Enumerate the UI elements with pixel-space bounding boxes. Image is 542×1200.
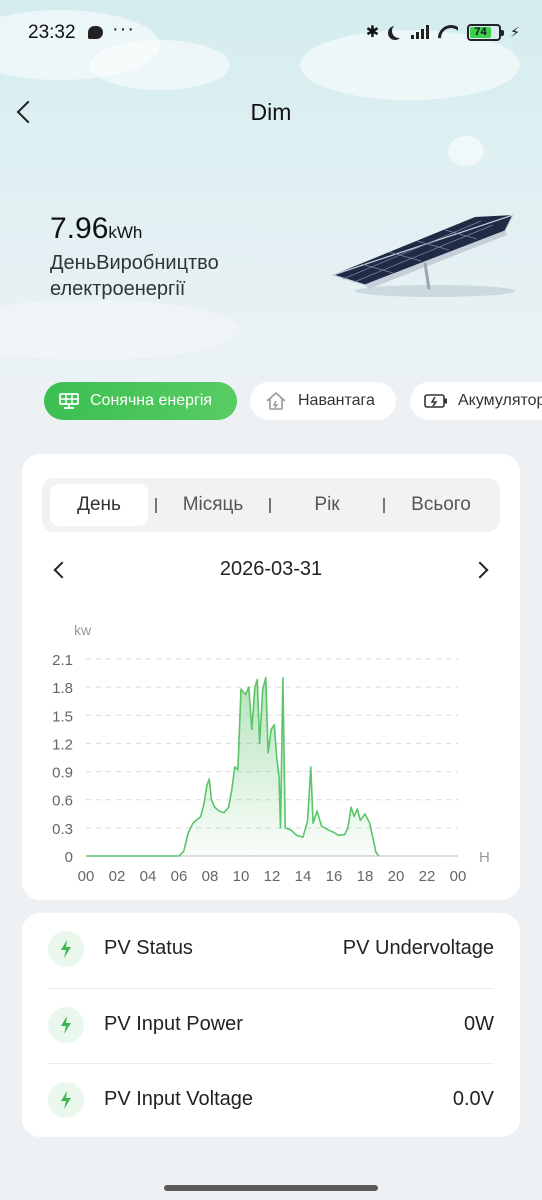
x-tick-label: 08 [202,868,219,885]
info-row-pv-input-power: PV Input Power 0W [48,988,494,1063]
y-tick-label: 0.6 [52,793,73,810]
lightning-icon [48,931,84,967]
x-tick-label: 10 [233,868,250,885]
y-tick-label: 0.9 [52,765,73,782]
cloud-decoration [448,136,484,166]
chart-card: День Місяць Рік Всього 2026-03-31 2.1 1.8… [22,454,520,900]
house-icon [266,392,286,410]
battery-icon [424,394,447,408]
battery-icon: 74 [467,23,505,41]
info-value: PV Undervoltage [342,937,494,959]
series-area [86,677,379,856]
energy-value: 7.96 [50,212,109,245]
energy-unit: kWh [108,223,143,242]
lightning-icon [48,1082,84,1118]
charging-icon: ⚡ [510,23,520,40]
status-time: 23:32 [28,22,76,43]
tab-label: Сонячна енергія [90,392,213,409]
x-tick-label: 18 [357,868,374,885]
wifi-icon [438,25,458,39]
y-axis-label: kw [74,622,92,638]
category-tabs: Сонячна енергія Навантага Акумулятор [0,382,542,422]
tab-battery[interactable]: Акумулятор [410,382,542,420]
pv-info-card: PV Status PV Undervoltage PV Input Power… [22,913,520,1137]
x-tick-label: 12 [264,868,281,885]
y-tick-label: 1.2 [52,736,73,753]
y-tick-label: 1.8 [52,680,73,697]
energy-total: 7.96kWh [50,212,142,246]
tab-label: Акумулятор [458,392,542,409]
solar-panel-icon [59,393,79,409]
lightning-icon [48,1007,84,1043]
info-label: PV Status [104,937,193,959]
x-tick-label: 04 [140,868,157,885]
page-title: Dim [250,99,292,125]
battery-level: 74 [470,26,491,38]
bluetooth-icon: ✱ [365,24,380,41]
solar-panel-illustration [331,213,515,297]
x-axis-label: H [479,849,490,866]
tab-load[interactable]: Навантага [250,382,396,420]
info-label: PV Input Voltage [104,1088,254,1110]
y-tick-label: 2.1 [52,652,73,669]
x-tick-label: 00 [78,868,95,885]
info-row-pv-status: PV Status PV Undervoltage [48,913,494,988]
tab-label: Навантага [298,392,375,409]
x-tick-label: 22 [419,868,436,885]
info-label: PV Input Power [104,1013,243,1035]
x-tick-label: 00 [450,868,467,885]
cloud-decoration [0,300,240,360]
tab-solar-energy[interactable]: Сонячна енергія [44,382,237,420]
info-value: 0W [464,1013,494,1035]
status-icons: ✱ 74 ⚡ [366,22,520,42]
pv-power-chart: 2.1 1.8 1.5 1.2 0.9 0.6 0.3 0 kw H 00 02 04 06 08 10 12 1… [52,622,490,885]
chat-notification-icon [88,26,103,39]
energy-label: ДеньВиробництво електроенергії [50,252,219,300]
info-row-pv-input-voltage: PV Input Voltage 0.0V [48,1063,494,1138]
home-indicator[interactable] [164,1185,378,1191]
x-tick-label: 02 [109,868,126,885]
y-tick-label: 1.5 [52,708,73,725]
x-tick-label: 14 [295,868,312,885]
x-tick-label: 06 [171,868,188,885]
x-tick-label: 20 [388,868,405,885]
cell-signal-icon [411,25,430,39]
status-bar: 23:32 ··· ✱ 74 ⚡ [0,0,542,68]
x-tick-label: 16 [326,868,343,885]
y-tick-label: 0 [65,849,73,866]
y-tick-label: 0.3 [52,821,73,838]
do-not-disturb-icon [392,24,406,38]
more-notifications-icon: ··· [112,18,135,40]
info-value: 0.0V [452,1088,494,1110]
